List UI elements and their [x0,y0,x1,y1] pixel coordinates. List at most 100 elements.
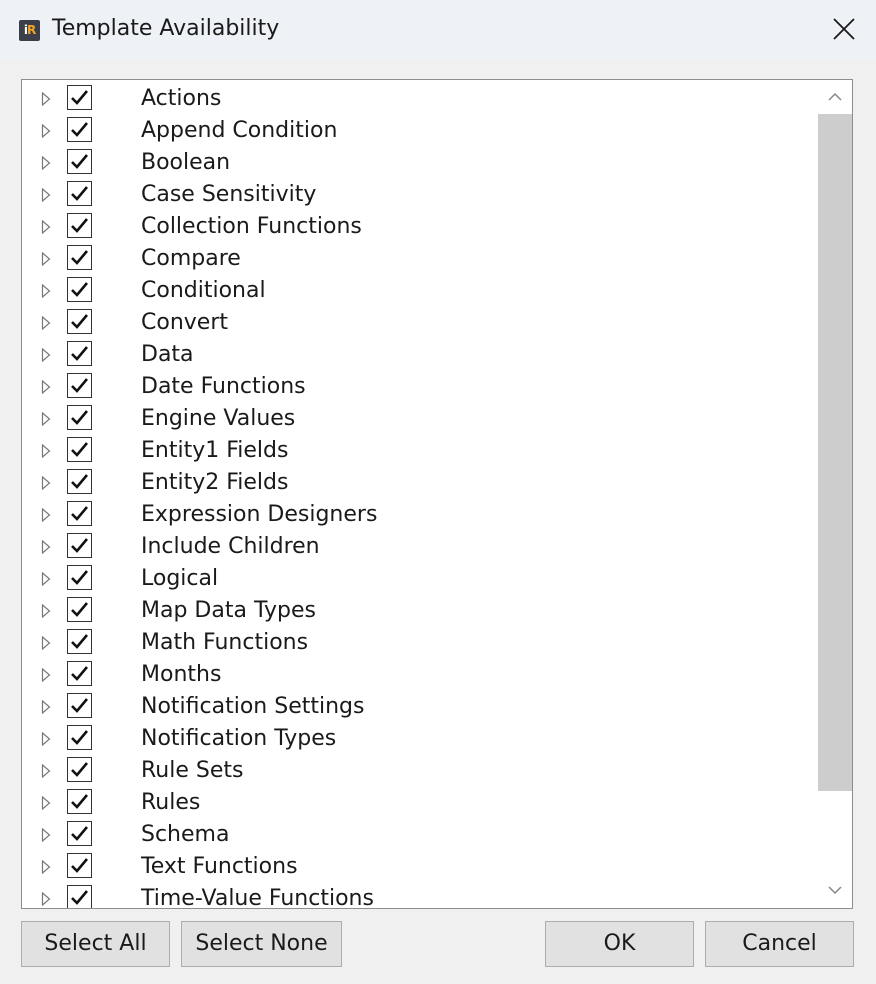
expand-arrow-icon[interactable] [41,827,53,843]
select-all-button[interactable]: Select All [21,921,170,967]
select-none-button[interactable]: Select None [181,921,342,967]
tree-item[interactable]: Text Functions [22,850,816,882]
item-checkbox[interactable] [67,725,92,750]
expand-arrow-icon[interactable] [41,91,53,107]
scroll-up-button[interactable] [818,80,852,114]
item-checkbox[interactable] [67,181,92,206]
tree-item[interactable]: Schema [22,818,816,850]
tree-item-label: Conditional [141,278,266,303]
tree-item[interactable]: Append Condition [22,114,816,146]
tree-item[interactable]: Expression Designers [22,498,816,530]
expand-arrow-icon[interactable] [41,155,53,171]
expand-arrow-icon[interactable] [41,283,53,299]
tree-item[interactable]: Boolean [22,146,816,178]
item-checkbox[interactable] [67,85,92,110]
expand-arrow-icon[interactable] [41,251,53,267]
expand-arrow-icon[interactable] [41,411,53,427]
item-checkbox[interactable] [67,565,92,590]
item-checkbox[interactable] [67,437,92,462]
ok-button[interactable]: OK [545,921,694,967]
tree-item-label: Rule Sets [141,758,244,783]
expand-arrow-icon[interactable] [41,731,53,747]
expand-arrow-icon[interactable] [41,315,53,331]
item-checkbox[interactable] [67,469,92,494]
tree-item[interactable]: Case Sensitivity [22,178,816,210]
item-checkbox[interactable] [67,213,92,238]
expand-arrow-icon[interactable] [41,667,53,683]
tree-item[interactable]: Math Functions [22,626,816,658]
item-checkbox[interactable] [67,853,92,878]
expand-arrow-icon[interactable] [41,187,53,203]
tree-item-label: Text Functions [141,854,298,879]
expand-arrow-icon[interactable] [41,443,53,459]
item-checkbox[interactable] [67,405,92,430]
tree-item[interactable]: Entity1 Fields [22,434,816,466]
tree-item[interactable]: Engine Values [22,402,816,434]
tree-item[interactable]: Convert [22,306,816,338]
tree-item-label: Actions [141,86,222,111]
tree-item[interactable]: Rules [22,786,816,818]
expand-arrow-icon[interactable] [41,859,53,875]
tree-item[interactable]: Logical [22,562,816,594]
expand-arrow-icon[interactable] [41,539,53,555]
close-button[interactable] [812,0,876,60]
expand-arrow-icon[interactable] [41,475,53,491]
tree-item[interactable]: Map Data Types [22,594,816,626]
scroll-thumb[interactable] [818,114,852,791]
vertical-scrollbar[interactable] [818,80,852,908]
tree-item[interactable]: Actions [22,82,816,114]
tree-item[interactable]: Date Functions [22,370,816,402]
checkmark-icon [71,474,88,489]
expand-arrow-icon[interactable] [41,603,53,619]
item-checkbox[interactable] [67,277,92,302]
item-checkbox[interactable] [67,149,92,174]
item-checkbox[interactable] [67,533,92,558]
expand-arrow-icon[interactable] [41,219,53,235]
expand-arrow-icon[interactable] [41,891,53,907]
expand-arrow-icon[interactable] [41,507,53,523]
expand-arrow-icon[interactable] [41,571,53,587]
item-checkbox[interactable] [67,661,92,686]
tree-item[interactable]: Collection Functions [22,210,816,242]
cancel-button[interactable]: Cancel [705,921,854,967]
item-checkbox[interactable] [67,309,92,334]
item-checkbox[interactable] [67,245,92,270]
tree-item[interactable]: Rule Sets [22,754,816,786]
expand-arrow-icon[interactable] [41,763,53,779]
tree-item[interactable]: Compare [22,242,816,274]
item-checkbox[interactable] [67,885,92,908]
item-checkbox[interactable] [67,757,92,782]
expand-arrow-icon[interactable] [41,123,53,139]
tree-item[interactable]: Notification Types [22,722,816,754]
item-checkbox[interactable] [67,693,92,718]
tree-item-label: Months [141,662,222,687]
expand-arrow-icon[interactable] [41,795,53,811]
item-checkbox[interactable] [67,597,92,622]
item-checkbox[interactable] [67,629,92,654]
item-checkbox[interactable] [67,117,92,142]
checkmark-icon [71,634,88,649]
checkmark-icon [71,154,88,169]
expand-arrow-icon[interactable] [41,379,53,395]
checkmark-icon [71,794,88,809]
app-icon: iR [19,20,40,41]
item-checkbox[interactable] [67,373,92,398]
tree-item[interactable]: Conditional [22,274,816,306]
checkmark-icon [71,314,88,329]
tree-item[interactable]: Time-Value Functions [22,882,816,908]
expand-arrow-icon[interactable] [41,635,53,651]
tree-item[interactable]: Months [22,658,816,690]
item-checkbox[interactable] [67,501,92,526]
tree-item[interactable]: Data [22,338,816,370]
item-checkbox[interactable] [67,789,92,814]
tree-item-label: Data [141,342,194,367]
item-checkbox[interactable] [67,821,92,846]
scroll-down-button[interactable] [818,874,852,908]
expand-arrow-icon[interactable] [41,699,53,715]
item-checkbox[interactable] [67,341,92,366]
template-tree[interactable]: Actions Append Condition Boolean Case Sensi… [21,79,853,909]
tree-item[interactable]: Include Children [22,530,816,562]
expand-arrow-icon[interactable] [41,347,53,363]
tree-item[interactable]: Notification Settings [22,690,816,722]
tree-item[interactable]: Entity2 Fields [22,466,816,498]
